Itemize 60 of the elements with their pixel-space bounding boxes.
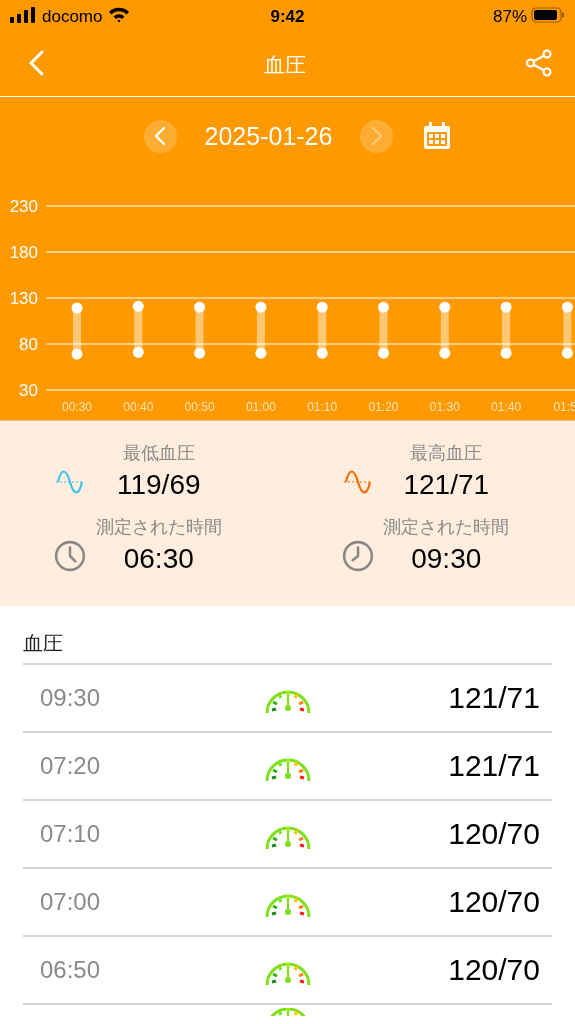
y-axis-label: 80 bbox=[19, 335, 38, 354]
battery-percent: 87% bbox=[492, 7, 527, 27]
point bbox=[439, 347, 451, 359]
point bbox=[194, 347, 206, 359]
carrier-name: docomo bbox=[42, 7, 103, 27]
reading-time: 07:10 bbox=[39, 820, 102, 848]
point bbox=[500, 347, 512, 359]
reading-row[interactable]: 07:10 120/70 bbox=[23, 801, 552, 869]
point bbox=[71, 348, 83, 360]
x-axis-label: 01:30 bbox=[429, 400, 460, 414]
measured-time: 09:30 bbox=[411, 543, 482, 575]
point bbox=[561, 347, 573, 359]
summary-label: 最高血圧 bbox=[410, 442, 483, 465]
x-axis-label: 01:20 bbox=[368, 400, 399, 414]
summary-value: 121/71 bbox=[403, 469, 490, 501]
y-axis-label: 30 bbox=[19, 381, 38, 400]
point bbox=[194, 301, 206, 313]
page-title: 血圧 bbox=[263, 52, 306, 78]
y-axis-label: 230 bbox=[9, 197, 38, 216]
reading-time: 07:00 bbox=[39, 888, 102, 916]
point bbox=[316, 347, 328, 359]
summary-value: 119/69 bbox=[116, 469, 201, 501]
x-axis-label: 01:00 bbox=[245, 400, 276, 414]
x-axis-label: 00:30 bbox=[62, 400, 92, 414]
point bbox=[316, 301, 328, 313]
reading-value: 121/71 bbox=[448, 749, 541, 783]
x-axis-label: 00:40 bbox=[123, 400, 154, 414]
point bbox=[132, 300, 144, 312]
point bbox=[132, 346, 144, 358]
x-axis-label: 00:50 bbox=[184, 400, 215, 414]
reading-row[interactable]: 06:50 120/70 bbox=[23, 937, 552, 1005]
measured-time: 06:30 bbox=[123, 543, 194, 575]
reading-value: 121/71 bbox=[448, 681, 541, 715]
selected-date: 2025-01-26 bbox=[204, 121, 333, 151]
point bbox=[439, 301, 451, 313]
reading-time: 06:50 bbox=[39, 956, 102, 984]
reading-row[interactable]: 07:20 121/71 bbox=[23, 733, 552, 801]
reading-row[interactable]: 09:30 121/71 bbox=[23, 665, 552, 733]
point bbox=[561, 301, 573, 313]
summary-label: 最低血圧 bbox=[122, 442, 195, 465]
reading-time: 07:20 bbox=[39, 752, 102, 780]
point bbox=[71, 302, 83, 314]
x-axis-label: 01:10 bbox=[307, 400, 338, 414]
reading-value: 120/70 bbox=[448, 953, 541, 987]
y-axis-label: 180 bbox=[9, 243, 38, 262]
reading-value: 120/70 bbox=[448, 817, 541, 851]
reading-time: 09:30 bbox=[39, 684, 102, 712]
point bbox=[255, 347, 267, 359]
x-axis-label: 01:40 bbox=[491, 400, 522, 414]
time-label: 測定された時間 bbox=[383, 516, 510, 539]
y-axis-label: 130 bbox=[9, 289, 38, 308]
clock-time: 9:42 bbox=[270, 7, 305, 27]
reading-value: 120/70 bbox=[448, 885, 541, 919]
point bbox=[378, 347, 389, 359]
time-label: 測定された時間 bbox=[95, 516, 222, 539]
point bbox=[255, 301, 267, 313]
reading-row[interactable]: 07:00 120/70 bbox=[23, 869, 552, 937]
point bbox=[378, 301, 389, 313]
list-title: 血圧 bbox=[23, 630, 552, 665]
point bbox=[500, 301, 512, 313]
